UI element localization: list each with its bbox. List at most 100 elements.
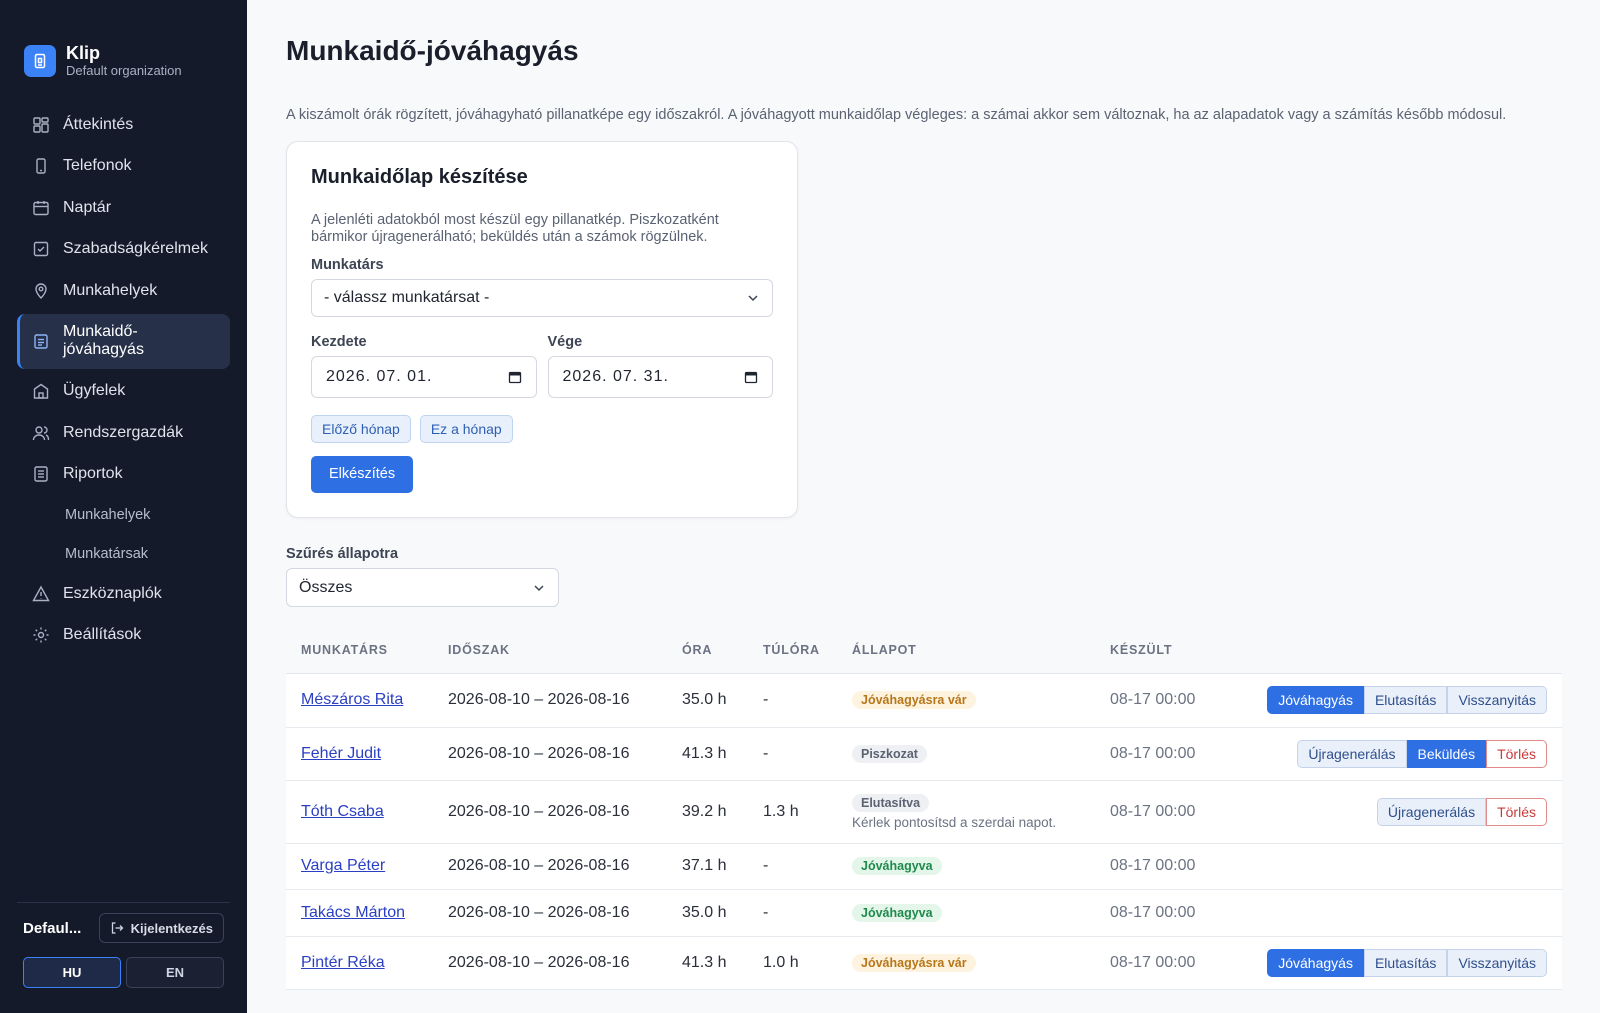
action-button-1[interactable]: Beküldés [1406,739,1487,768]
employee-link[interactable]: Fehér Judit [301,745,381,762]
nav-label: Rendszergazdák [63,423,184,441]
nav-item-szabadsagkerelmek[interactable]: Szabadságkérelmek [17,229,230,271]
nav-item-riportok[interactable]: Riportok [17,454,230,496]
employee-link[interactable]: Varga Péter [301,857,385,874]
main-content: Munkaidő-jóváhagyás A kiszámolt órák rög… [247,0,1600,1013]
cell-employee: Fehér Judit [286,727,433,780]
lang-en-button[interactable]: EN [126,957,224,988]
cell-period: 2026-08-10 – 2026-08-16 [448,802,630,820]
card-title: Munkaidőlap készítése [311,166,528,188]
building-icon [33,383,49,399]
gear-icon [33,627,49,643]
cell-period: 2026-08-10 – 2026-08-16 [448,903,630,921]
prev-month-button[interactable]: Előző hónap [311,415,411,443]
nav-item-beallitasok[interactable]: Beállítások [17,615,230,657]
cell-actions [1235,843,1562,889]
action-button-1[interactable]: Törlés [1486,797,1547,826]
cell-employee: Pintér Réka [286,936,433,989]
employee-link[interactable]: Mészáros Rita [301,691,403,708]
action-button-2[interactable]: Visszanyitás [1447,948,1547,977]
nav-item-ugyfelek[interactable]: Ügyfelek [17,371,230,413]
lang-hu-button[interactable]: HU [23,957,121,988]
this-month-button[interactable]: Ez a hónap [419,415,513,443]
cell-status: Elutasítva Kérlek pontosítsd a szerdai na… [837,780,1095,843]
table-row: Pintér Réka 2026-08-10 – 2026-08-16 41.3 h… [286,936,1562,989]
cell-employee: Tóth Csaba [286,780,433,843]
status-filter-select[interactable]: Összes [286,568,559,607]
action-button-2[interactable]: Visszanyitás [1447,686,1547,714]
nav-item-eszkoznaplok[interactable]: Eszköznaplók [17,573,230,615]
cell-period: 2026-08-10 – 2026-08-16 [448,953,630,971]
cell-actions: Újragenerálás Beküldés Törlés [1235,727,1562,780]
nav-label: Áttekintés [63,115,134,133]
logout-button[interactable]: Kijelentkezés [98,913,224,943]
cell-hours: 41.3 h [682,953,727,971]
end-date-value: 2026. 07. 31. [562,368,669,385]
action-button-1[interactable]: Elutasítás [1363,948,1448,977]
cell-employee: Varga Péter [286,843,433,889]
nav-item-munkaido-jovahagyas[interactable]: Munkaidő-jóváhagyás [17,313,230,369]
calendar-icon[interactable] [508,370,522,384]
nav-item-rendszergazdak[interactable]: Rendszergazdák [17,412,230,454]
nav-item-telefonok[interactable]: Telefonok [17,146,230,188]
cell-hours: 37.1 h [682,857,727,874]
logout-label: Kijelentkezés [130,920,213,936]
nav-item-naptar[interactable]: Naptár [17,187,230,229]
start-date-value: 2026. 07. 01. [326,368,433,385]
employee-select[interactable]: - válassz munkatársat - [311,279,773,317]
cell-hours: 41.3 h [682,744,727,762]
status-badge: Piszkozat [852,744,927,763]
col-status: ÁLLAPOT [837,627,1095,674]
brand-name: Klip [66,43,100,63]
action-button-2[interactable]: Törlés [1486,739,1547,768]
map-pin-icon [35,283,47,299]
calendar-icon[interactable] [744,370,758,384]
cell-actions: Újragenerálás Törlés [1235,780,1562,843]
cell-hours: 35.0 h [682,903,727,921]
status-badge: Jóváhagyva [852,857,942,875]
cell-period: 2026-08-10 – 2026-08-16 [448,857,630,874]
table-row: Mészáros Rita 2026-08-10 – 2026-08-16 35.0… [286,673,1562,727]
col-employee: MUNKATÁRS [286,627,433,674]
start-date-input[interactable]: 2026. 07. 01. [311,356,537,398]
table-row: Takács Márton 2026-08-10 – 2026-08-16 35.0… [286,889,1562,936]
nav-sub-munkahelyek[interactable]: Munkahelyek [17,495,230,534]
col-overtime: TÚLÓRA [748,627,837,674]
check-square-icon [33,242,49,257]
sidebar: Klip Default organization Áttekintés Tel… [0,0,247,1013]
action-button-0[interactable]: Újragenerálás [1297,739,1407,768]
cell-created: 08-17 00:00 [1110,744,1196,762]
status-badge: Jóváhagyásra vár [852,953,976,972]
nav-sub-munkatarsak[interactable]: Munkatársak [17,534,230,573]
cell-period: 2026-08-10 – 2026-08-16 [448,691,630,708]
nav-item-attekintes[interactable]: Áttekintés [17,104,230,146]
action-button-1[interactable]: Elutasítás [1363,686,1448,714]
action-button-0[interactable]: Újragenerálás [1376,797,1487,826]
employee-link[interactable]: Tóth Csaba [301,803,384,820]
cell-actions: Jóváhagyás Elutasítás Visszanyitás [1235,936,1562,989]
end-date-label: Vége [547,334,583,350]
employee-link[interactable]: Pintér Réka [301,954,385,971]
cell-created: 08-17 00:00 [1110,691,1196,708]
table-row: Fehér Judit 2026-08-10 – 2026-08-16 41.3 h… [286,727,1562,780]
cell-hours: 35.0 h [682,691,727,708]
nav-label: Beállítások [63,626,142,644]
action-button-0[interactable]: Jóváhagyás [1267,948,1364,977]
nav-label: Eszköznaplók [63,584,162,602]
card-description: A jelenléti adatokból most készül egy pi… [311,212,719,245]
nav-label: Telefonok [63,157,132,175]
table-row: Tóth Csaba 2026-08-10 – 2026-08-16 39.2 h 1… [286,780,1562,843]
employee-link[interactable]: Takács Márton [301,904,405,921]
brand[interactable]: Klip Default organization [0,0,247,95]
brand-org: Default organization [66,63,182,78]
cell-employee: Takács Márton [286,889,433,936]
action-button-0[interactable]: Jóváhagyás [1267,686,1364,714]
create-button[interactable]: Elkészítés [311,456,414,493]
nav-item-munkahelyek[interactable]: Munkahelyek [17,270,230,312]
cell-status: Jóváhagyásra vár [837,673,1095,727]
employee-select-value: - válassz munkatársat - [324,289,490,306]
end-date-input[interactable]: 2026. 07. 31. [547,356,773,398]
table-row: Varga Péter 2026-08-10 – 2026-08-16 37.1 h… [286,843,1562,889]
cell-overtime: - [763,744,769,762]
status-filter-label: Szűrés állapotra [286,546,399,562]
